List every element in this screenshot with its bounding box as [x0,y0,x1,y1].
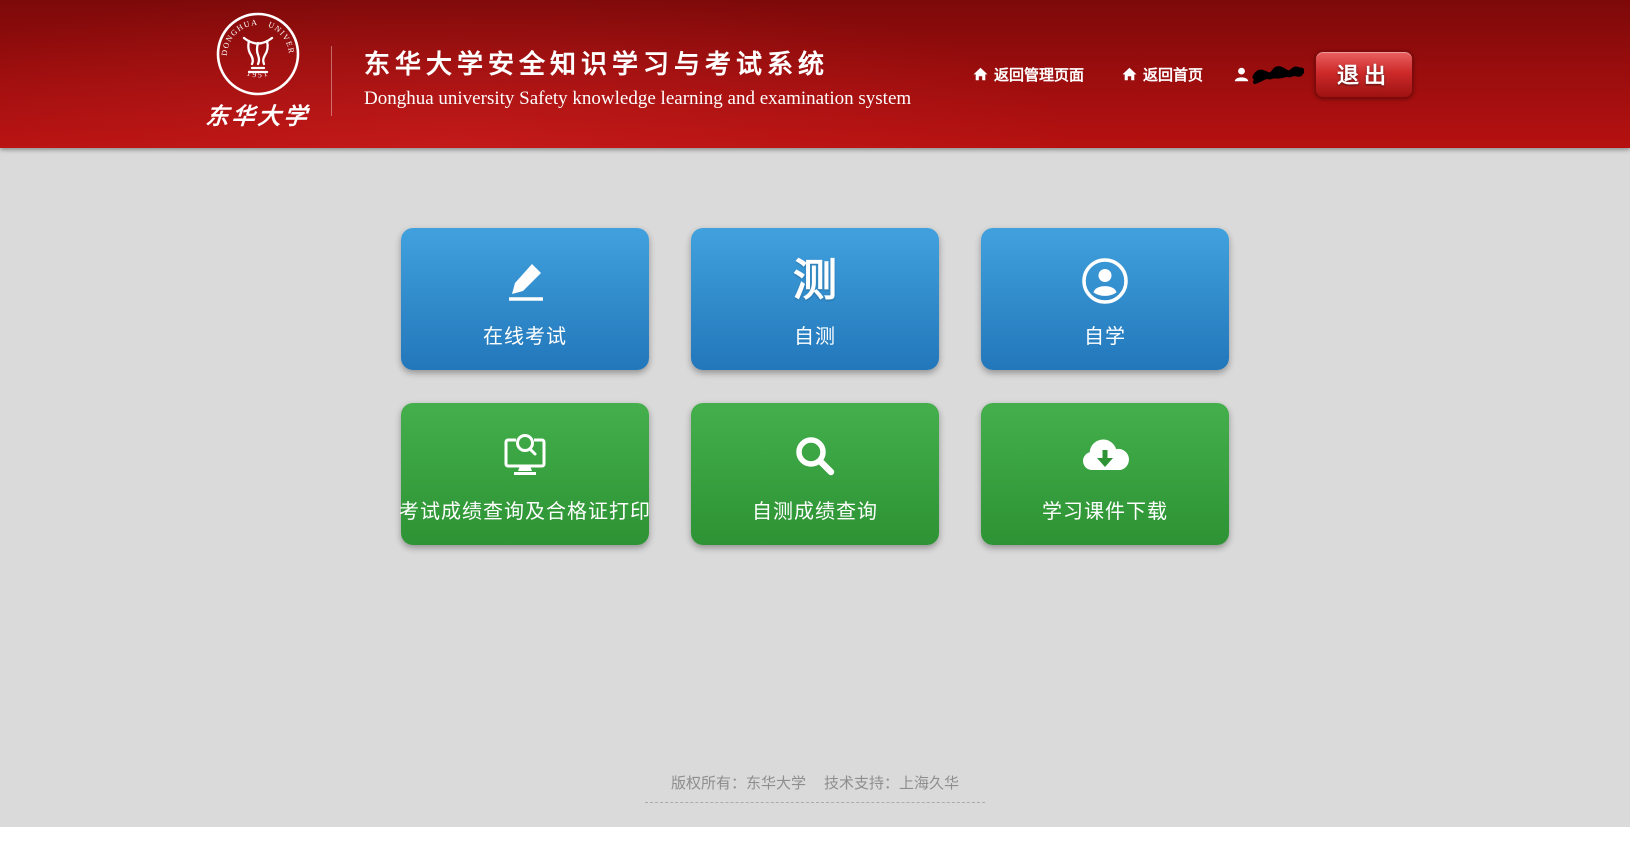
university-seal-icon: DONGHUA UNIVERSITY 1951 [216,12,300,96]
person-icon [1234,67,1249,82]
university-name-script: 东华大学 [199,97,317,131]
tile-self-test[interactable]: 测 自测 [691,228,939,370]
nav-back-to-admin-label: 返回管理页面 [994,64,1084,85]
redacted-username [1252,62,1304,86]
site-title-en: Donghua university Safety knowledge lear… [364,88,911,110]
pen-icon [499,255,551,307]
user-circle-icon [1080,255,1130,307]
cloud-download-icon [1077,430,1133,482]
nav-back-to-home[interactable]: 返回首页 [1122,64,1203,85]
university-logo: DONGHUA UNIVERSITY 1951 东华大学 [200,12,316,131]
site-title-cn: 东华大学安全知识学习与考试系统 [364,44,911,81]
footer-copyright: 版权所有：东华大学技术支持：上海久华 [645,772,985,803]
tile-grid: 在线考试 测 自测 自学 [401,148,1229,545]
tile-self-test-score-query[interactable]: 自测成绩查询 [691,403,939,545]
copyright-text: 版权所有：东华大学 [671,774,806,792]
home-icon [1122,67,1137,81]
header-divider [331,46,332,116]
svg-text:1951: 1951 [246,68,271,79]
current-user [1234,62,1304,86]
tile-label: 自测 [794,320,836,349]
ce-character-icon: 测 [793,255,837,307]
home-icon [973,67,988,81]
tile-courseware-download[interactable]: 学习课件下载 [981,403,1229,545]
tile-label: 学习课件下载 [1042,495,1168,524]
tile-online-exam[interactable]: 在线考试 [401,228,649,370]
nav-back-to-home-label: 返回首页 [1143,64,1203,85]
monitor-search-icon [499,430,551,482]
tech-support-text: 技术支持：上海久华 [824,774,959,792]
tile-self-study[interactable]: 自学 [981,228,1229,370]
tile-exam-score-query-print[interactable]: 考试成绩查询及合格证打印 [401,403,649,545]
header-bar: DONGHUA UNIVERSITY 1951 东华大学 东华大学安全知识学习与… [0,0,1630,148]
header-nav: 返回管理页面 返回首页 退出 [973,0,1413,148]
nav-back-to-admin[interactable]: 返回管理页面 [973,64,1084,85]
tile-label: 在线考试 [483,320,567,349]
search-icon [792,430,838,482]
tile-label: 自学 [1084,320,1126,349]
svg-text:DONGHUA: DONGHUA [220,18,259,56]
main-content: 在线考试 测 自测 自学 [0,148,1630,827]
tile-label: 考试成绩查询及合格证打印 [399,495,651,524]
site-title-block: 东华大学安全知识学习与考试系统 Donghua university Safet… [364,44,911,110]
page-bottom-strip [0,827,1630,858]
tile-label: 自测成绩查询 [752,495,878,524]
logout-button[interactable]: 退出 [1315,51,1413,98]
